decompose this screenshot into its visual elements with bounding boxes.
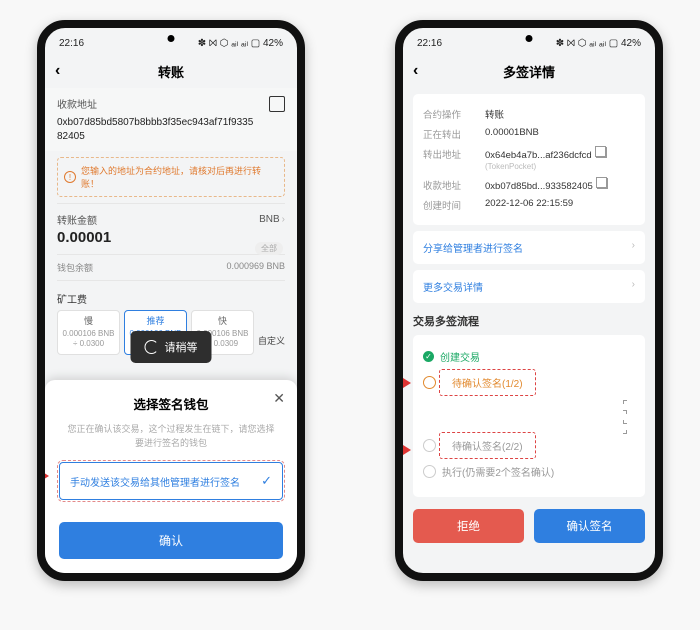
amount-label: 转账金额 — [57, 212, 97, 227]
fee-l2: ÷ 0.0309 — [207, 339, 238, 348]
flow-step-sign-1[interactable]: 待确认签名(1/2) — [423, 368, 635, 397]
action-buttons: 拒绝 确认签名 — [413, 509, 645, 543]
status-indicators: ✽ ⨝ ⬡ ₐᵢₗ ₐᵢₗ ▢ 42% — [556, 38, 641, 49]
fee-custom[interactable]: 自定义 — [258, 334, 285, 355]
phone-left-transfer: 22:16 ✽ ⨝ ⬡ ₐᵢₗ ₐᵢₗ ▢ 42% ‹ 转账 收款地址 0xb0… — [37, 20, 305, 581]
select-wallet-sheet: ✕ 选择签名钱包 您正在确认该交易，这个过程发生在链下，请您选择要进行签名的钱包… — [45, 380, 297, 573]
back-icon[interactable]: ‹ — [55, 62, 60, 80]
status-indicators: ✽ ⨝ ⬡ ₐᵢₗ ₐᵢₗ ▢ 42% — [198, 38, 283, 49]
step-text: 执行(仍需要2个签名确认) — [442, 464, 554, 479]
recv-label: 收款地址 — [57, 96, 97, 111]
recvaddr-label: 收款地址 — [423, 178, 477, 192]
annotation-arrow-icon — [41, 471, 49, 481]
flow-card: ✓ 创建交易 待确认签名(1/2) 待确认签名(2/2) 执行(仍需要2个签名确… — [413, 335, 645, 497]
balance-label: 钱包余额 — [57, 261, 93, 274]
outaddr-label: 转出地址 — [423, 147, 477, 161]
warning-text: 您输入的地址为合约地址，请核对后再进行转账！ — [81, 164, 278, 190]
link-text: 分享给管理者进行签名 — [423, 240, 523, 255]
check-icon: ✓ — [261, 473, 272, 489]
addr-sub: (TokenPocket) — [485, 162, 536, 171]
fullscreen-icon[interactable] — [623, 400, 635, 412]
warning-icon: ! — [64, 171, 76, 183]
status-time: 22:16 — [59, 38, 84, 49]
tx-info-card: 合约操作转账 正在转出 0.00001BNB 转出地址 0x64eb4a7b...… — [413, 94, 645, 225]
flow-step-created: ✓ 创建交易 — [423, 345, 635, 368]
copy-icon[interactable] — [597, 178, 608, 189]
check-dot-icon: ✓ — [423, 351, 434, 362]
recv-section: 收款地址 0xb07d85bd5807b8bbb3f35ec943af71f93… — [45, 88, 297, 151]
balance-row: 钱包余额 0.000969 BNB — [45, 255, 297, 280]
addr-text: 0xb07d85bd...933582405 — [485, 181, 593, 192]
close-icon[interactable]: ✕ — [273, 390, 285, 407]
contract-warning: ! 您输入的地址为合约地址，请核对后再进行转账！ — [57, 157, 285, 197]
fee-name: 慢 — [61, 316, 116, 327]
more-details-link[interactable]: 更多交易详情 › — [413, 270, 645, 303]
reject-button[interactable]: 拒绝 — [413, 509, 524, 543]
all-in-button[interactable]: 全部 — [255, 242, 283, 255]
addr-text: 0x64eb4a7b...af236dcfcd — [485, 150, 592, 161]
fee-name: 快 — [195, 316, 250, 327]
recvaddr-value: 0xb07d85bd...933582405 — [485, 178, 635, 192]
out-value: 0.00001BNB — [485, 127, 635, 138]
status-time: 22:16 — [417, 38, 442, 49]
out-label: 正在转出 — [423, 127, 477, 141]
unit-text: BNB — [259, 214, 280, 225]
link-text: 更多交易详情 — [423, 279, 483, 294]
fee-name: 推荐 — [128, 316, 183, 327]
op-value: 转账 — [485, 107, 635, 121]
spinner-icon — [145, 340, 159, 354]
unit-selector[interactable]: BNB› — [259, 214, 285, 225]
fee-l1: 0.000106 BNB — [62, 329, 114, 338]
confirm-sign-button[interactable]: 确认签名 — [534, 509, 645, 543]
balance-value: 0.000969 BNB — [226, 261, 285, 274]
chevron-right-icon: › — [632, 240, 635, 255]
page-title: 转账 — [158, 62, 184, 81]
annotation-arrow-icon — [403, 378, 411, 388]
camera-dot — [168, 35, 175, 42]
sheet-hint: 您正在确认该交易，这个过程发生在链下，请您选择要进行签名的钱包 — [65, 423, 277, 450]
manual-send-option[interactable]: 手动发送该交易给其他管理者进行签名 ✓ — [59, 462, 283, 500]
qr-scan-icon[interactable] — [269, 96, 285, 112]
option-text: 手动发送该交易给其他管理者进行签名 — [70, 474, 240, 489]
open-dot-icon — [423, 376, 436, 389]
title-bar: ‹ 多签详情 — [403, 54, 655, 88]
time-label: 创建时间 — [423, 198, 477, 212]
flow-step-execute: 执行(仍需要2个签名确认) — [423, 460, 635, 483]
step-text: 待确认签名(2/2) — [452, 442, 523, 453]
flow-step-sign-2[interactable]: 待确认签名(2/2) — [423, 431, 635, 460]
flow-title: 交易多签流程 — [413, 313, 645, 329]
title-bar: ‹ 转账 — [45, 54, 297, 88]
chevron-right-icon: › — [632, 279, 635, 294]
recv-address[interactable]: 0xb07d85bd5807b8bbb3f35ec943af71f9335824… — [57, 116, 257, 143]
outaddr-value: 0x64eb4a7b...af236dcfcd (TokenPocket) — [485, 147, 635, 172]
camera-dot — [526, 35, 533, 42]
page-title: 多签详情 — [503, 62, 555, 81]
highlight-box: 待确认签名(2/2) — [442, 435, 533, 456]
share-link[interactable]: 分享给管理者进行签名 › — [413, 231, 645, 264]
confirm-button[interactable]: 确认 — [59, 522, 283, 559]
phone-right-multisig: 22:16 ✽ ⨝ ⬡ ₐᵢₗ ₐᵢₗ ▢ 42% ‹ 多签详情 合约操作转账 … — [395, 20, 663, 581]
fee-l2: ÷ 0.0300 — [73, 339, 104, 348]
step-text: 创建交易 — [440, 349, 480, 364]
highlight-box: 待确认签名(1/2) — [442, 372, 533, 393]
toast-text: 请稍等 — [165, 339, 198, 355]
open-dot-icon — [423, 465, 436, 478]
chevron-right-icon: › — [282, 214, 285, 225]
amount-row: 转账金额 BNB› — [45, 204, 297, 229]
fee-label: 矿工费 — [45, 281, 297, 310]
sheet-title: 选择签名钱包 — [59, 394, 283, 413]
step-text: 待确认签名(1/2) — [452, 379, 523, 390]
op-label: 合约操作 — [423, 107, 477, 121]
annotation-arrow-icon — [403, 445, 411, 455]
back-icon[interactable]: ‹ — [413, 62, 418, 80]
copy-icon[interactable] — [596, 147, 607, 158]
time-value: 2022-12-06 22:15:59 — [485, 198, 635, 209]
open-dot-icon — [423, 439, 436, 452]
fee-slow[interactable]: 慢 0.000106 BNB ÷ 0.0300 — [57, 310, 120, 355]
loading-toast: 请稍等 — [131, 331, 212, 363]
